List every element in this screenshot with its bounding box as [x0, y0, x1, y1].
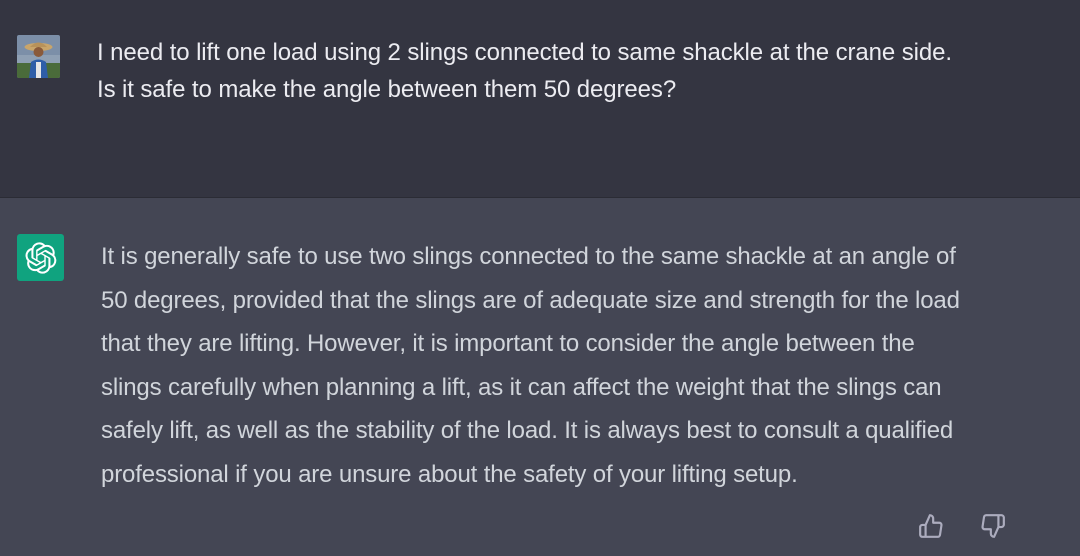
user-avatar-photo-icon: [17, 35, 60, 78]
user-message-text: I need to lift one load using 2 slings c…: [97, 34, 1037, 108]
thumbs-up-button[interactable]: [917, 512, 945, 540]
user-message-line: I need to lift one load using 2 slings c…: [97, 39, 952, 66]
thumbs-up-icon: [919, 514, 943, 538]
thumbs-down-button[interactable]: [979, 512, 1007, 540]
assistant-message-text: It is generally safe to use two slings c…: [101, 235, 1041, 496]
assistant-message-line: It is generally safe to use two slings c…: [101, 243, 956, 270]
chat-page: I need to lift one load using 2 slings c…: [0, 0, 1080, 556]
user-message-row: I need to lift one load using 2 slings c…: [0, 0, 1080, 198]
assistant-message-line: professional if you are unsure about the…: [101, 460, 798, 488]
assistant-message-line: that they are lifting. However, it is im…: [101, 330, 915, 357]
user-message-line: Is it safe to make the angle between the…: [97, 76, 677, 103]
thumbs-down-icon: [981, 514, 1005, 538]
assistant-message-line: safely lift, as well as the stability of…: [101, 417, 954, 444]
user-avatar: [17, 35, 60, 78]
openai-logo-icon: [25, 241, 56, 274]
assistant-avatar: [17, 234, 64, 281]
assistant-message-line: slings carefully when planning a lift, a…: [101, 373, 942, 401]
assistant-message-line: 50 degrees, provided that the slings are…: [101, 286, 960, 314]
assistant-message-row: It is generally safe to use two slings c…: [0, 198, 1080, 556]
